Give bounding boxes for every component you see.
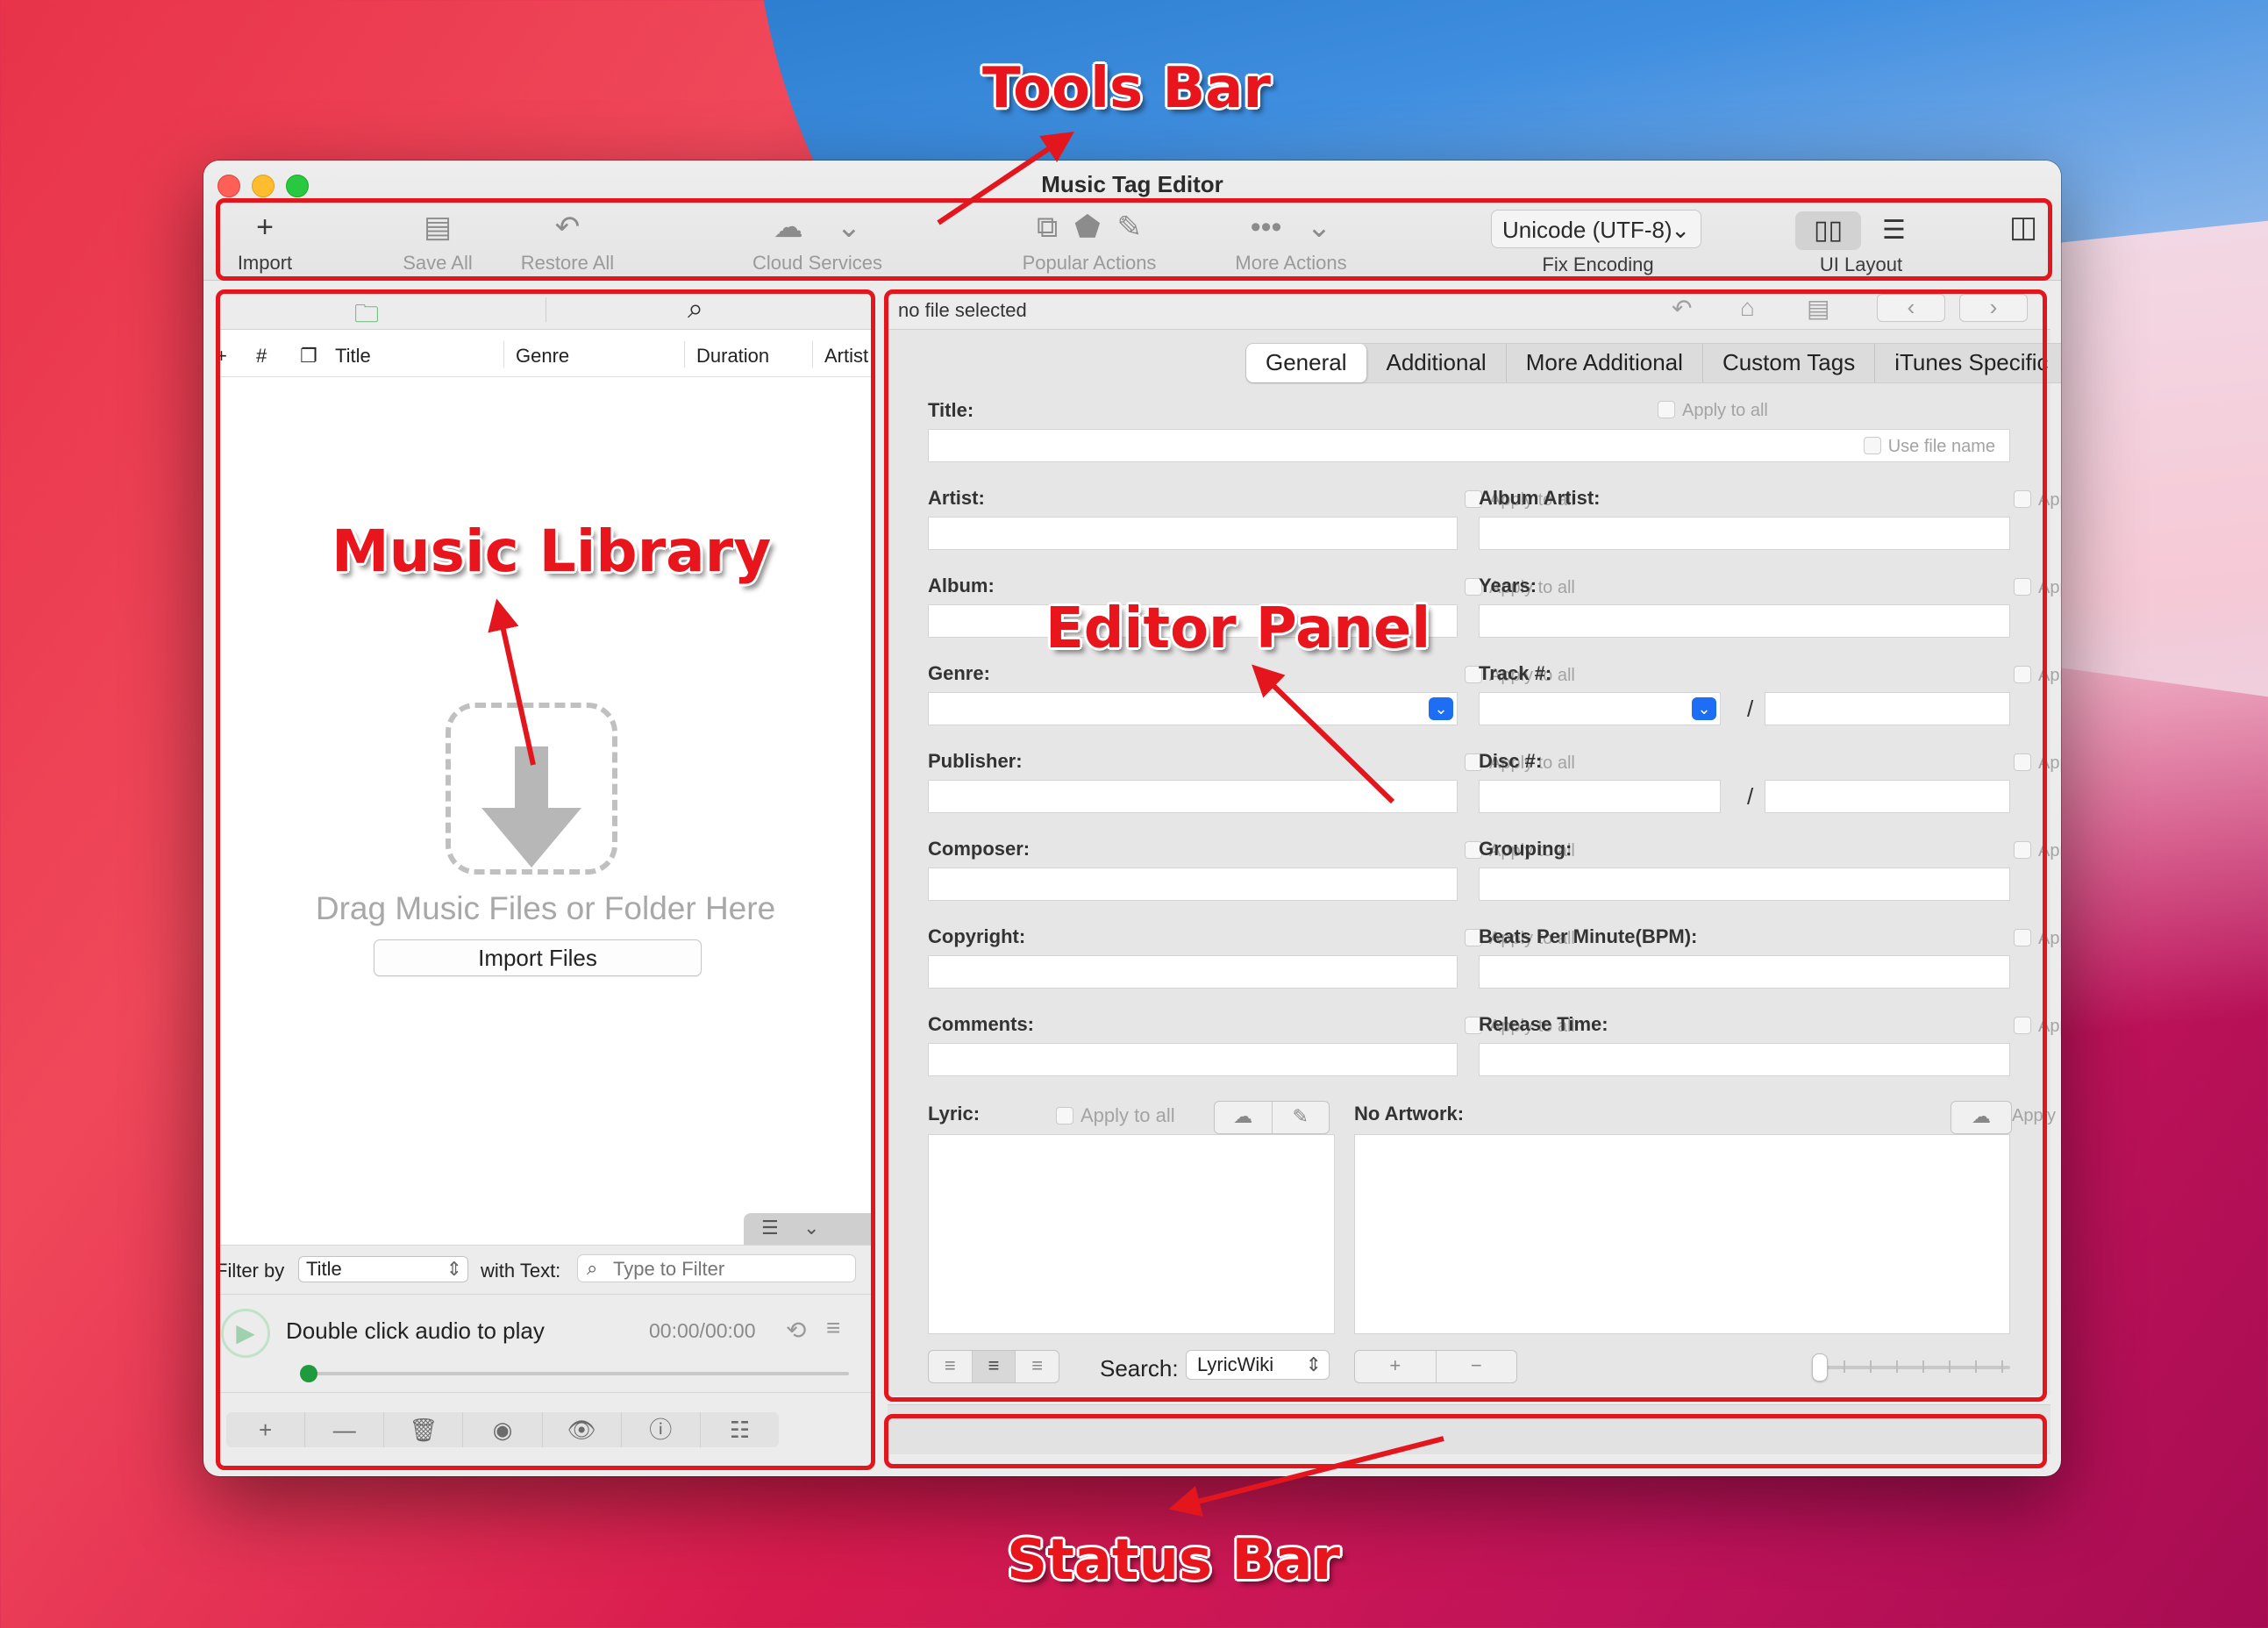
music-library-highlight bbox=[216, 289, 875, 1470]
window-title: Music Tag Editor bbox=[1041, 171, 1223, 197]
tools-bar-highlight bbox=[216, 198, 2052, 281]
status-bar-callout: Status Bar bbox=[1007, 1528, 1340, 1593]
status-bar-highlight bbox=[884, 1414, 2047, 1468]
music-library-callout: Music Library bbox=[332, 518, 772, 585]
editor-panel-callout: Editor Panel bbox=[1045, 596, 1431, 661]
editor-panel-highlight bbox=[884, 289, 2047, 1402]
tools-bar-callout: Tools Bar bbox=[982, 56, 1271, 121]
